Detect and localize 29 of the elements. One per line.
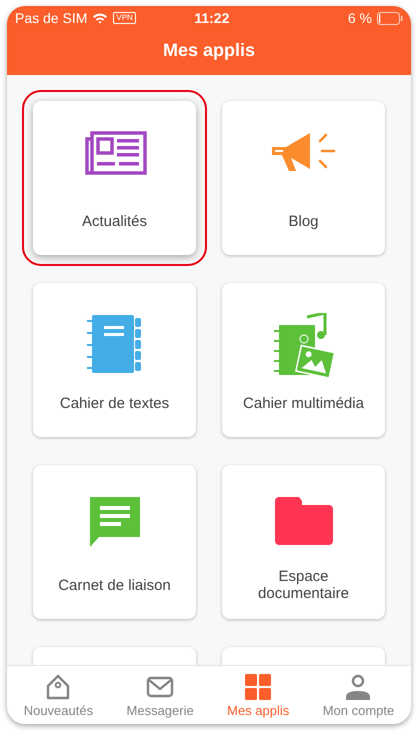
app-card[interactable]: Espace documentaire bbox=[222, 465, 385, 619]
tab-bar-item[interactable]: Messagerie bbox=[126, 672, 194, 718]
app-card[interactable]: Blog bbox=[222, 101, 385, 255]
notebook-media-icon bbox=[274, 313, 334, 379]
notebook-icon bbox=[86, 313, 144, 375]
grid-icon bbox=[244, 672, 272, 700]
app-label: Cahier multimédia bbox=[242, 394, 365, 414]
app-label: Blog bbox=[287, 212, 320, 232]
app-label: Cahier de textes bbox=[58, 394, 170, 414]
folder-icon bbox=[274, 495, 332, 545]
clock-text: 11:22 bbox=[193, 10, 230, 26]
app-label: Actualités bbox=[80, 212, 148, 232]
app-card[interactable]: Cahier multimédia bbox=[222, 283, 385, 437]
carrier-text: Pas de SIM bbox=[15, 10, 88, 26]
newspaper-icon bbox=[82, 131, 146, 175]
app-card[interactable]: Actualités bbox=[33, 101, 196, 255]
app-label: Espace documentaire bbox=[257, 567, 350, 604]
vpn-badge: VPN bbox=[113, 12, 136, 24]
message-icon bbox=[88, 495, 142, 549]
tab-bar-item[interactable]: Mon compte bbox=[322, 672, 394, 718]
tab-bar-item[interactable]: Nouveautés bbox=[24, 672, 94, 718]
person-icon bbox=[344, 672, 372, 700]
wifi-icon bbox=[92, 12, 108, 24]
app-card[interactable]: Carnet de liaison bbox=[33, 465, 196, 619]
battery-icon bbox=[377, 12, 403, 24]
battery-text: 6 % bbox=[348, 10, 372, 26]
app-card[interactable]: Cahier de textes bbox=[33, 283, 196, 437]
app-label: Carnet de liaison bbox=[57, 576, 172, 596]
page-title: Mes applis bbox=[162, 39, 256, 62]
